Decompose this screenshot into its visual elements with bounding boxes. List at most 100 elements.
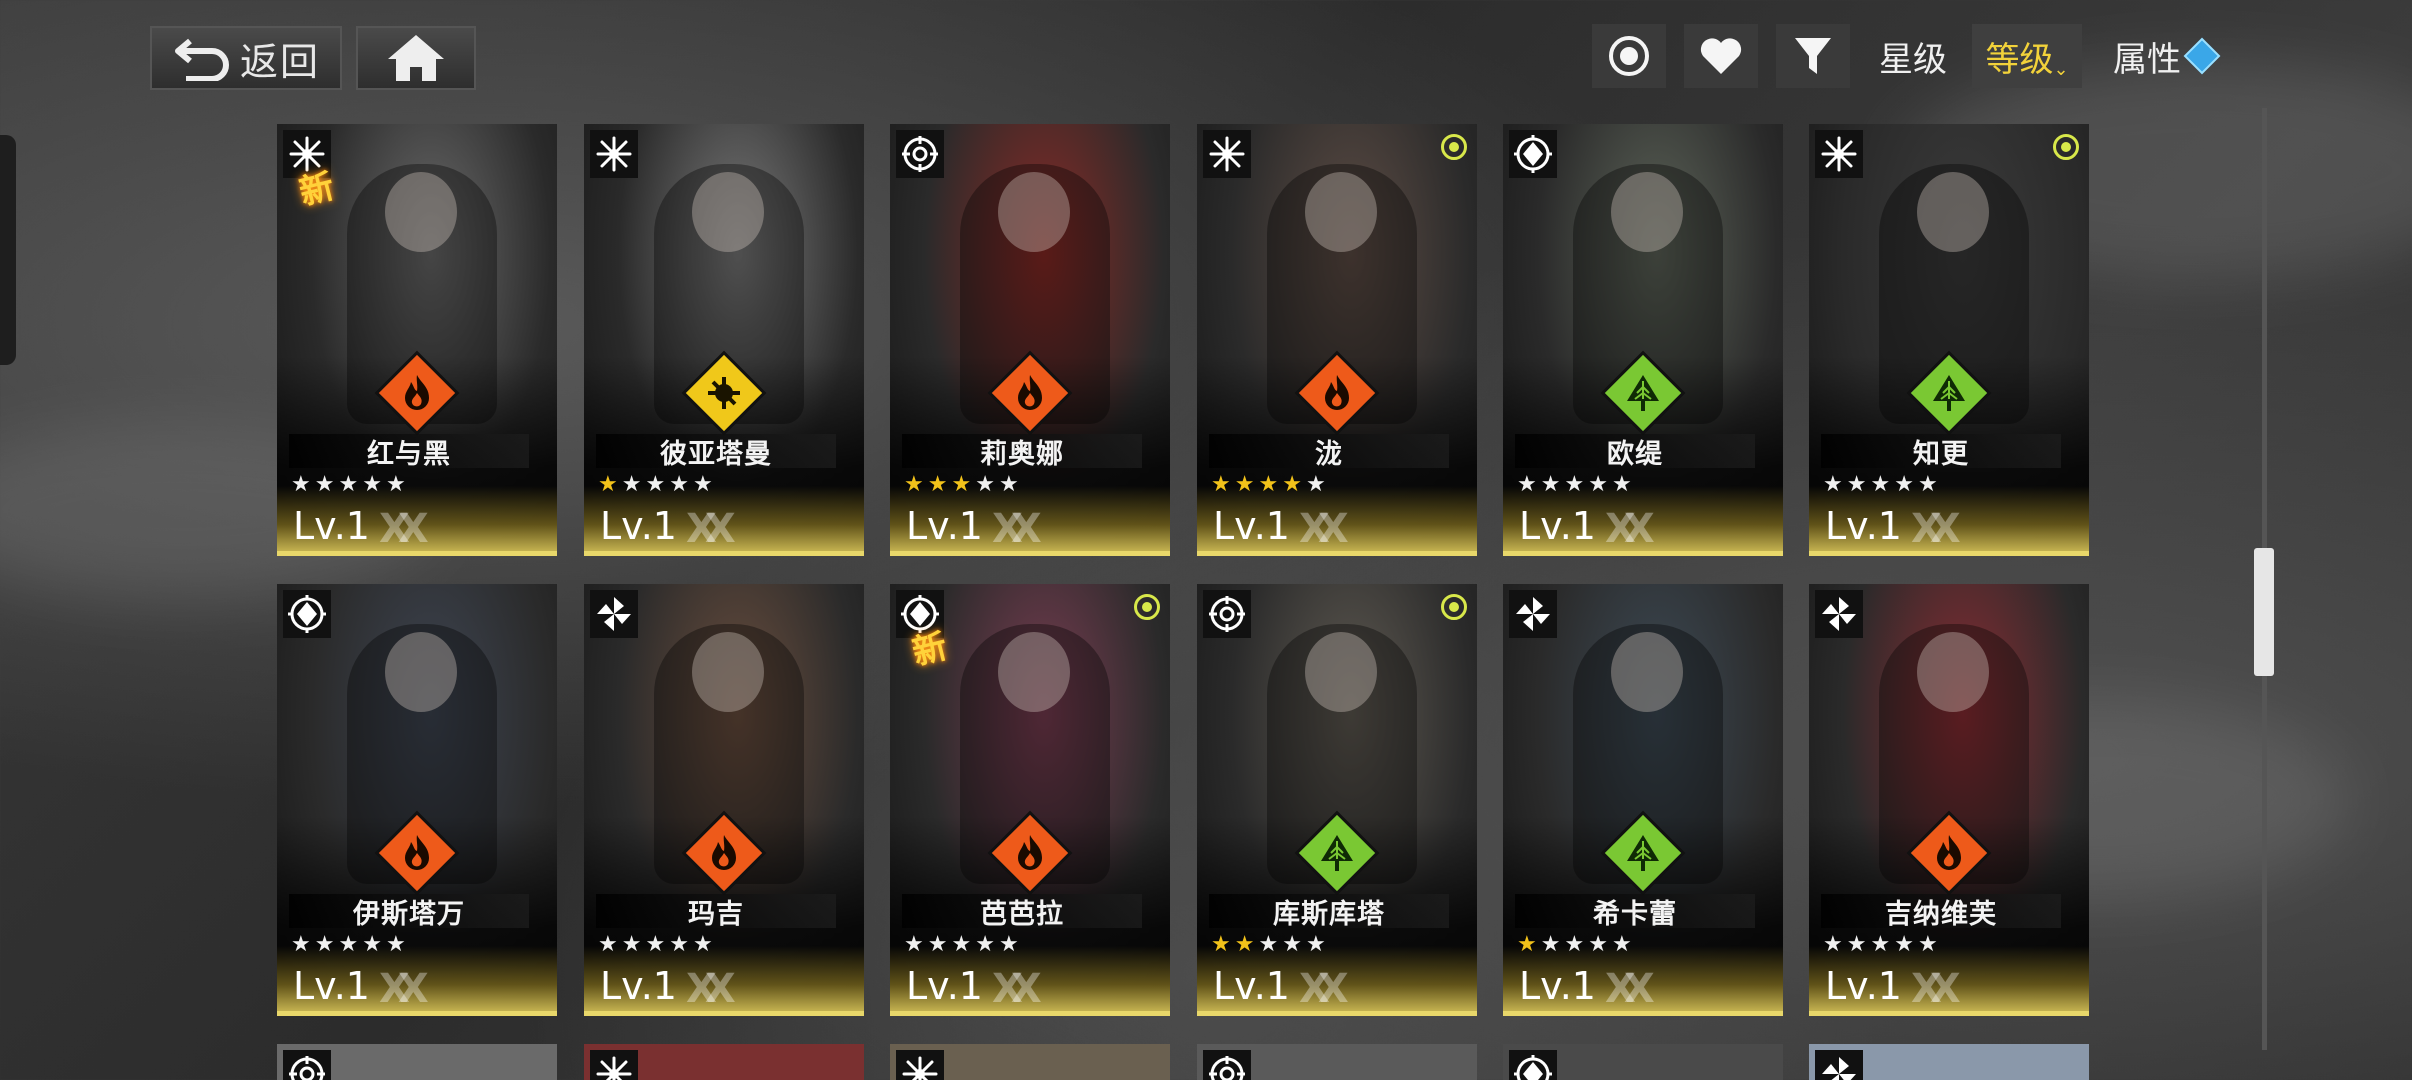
sort-by-star-tab[interactable]: 星级 — [1862, 24, 1964, 88]
character-head — [385, 172, 457, 252]
rank-emblem-icon: XX — [1605, 506, 1655, 552]
pinwheel-class-icon — [1509, 590, 1557, 638]
character-card[interactable]: 欧缇 ★★★★★ Lv.1 XX — [1503, 124, 1783, 556]
character-card-partial[interactable] — [1197, 1044, 1477, 1080]
character-card[interactable]: 彼亚塔曼 ★★★★★ Lv.1 XX — [584, 124, 864, 556]
sort-attr-label: 属性 — [2113, 39, 2181, 80]
funnel-icon — [1795, 38, 1831, 74]
star-rating: ★★★★★ — [598, 472, 717, 497]
back-button[interactable]: 返回 — [150, 26, 342, 90]
star-rating: ★★★★★ — [291, 472, 410, 497]
character-name: 知更 — [1821, 434, 2061, 470]
fire-element-icon — [1298, 354, 1376, 432]
character-card-partial[interactable] — [1809, 1044, 2089, 1080]
star-rating: ★★★★★ — [904, 932, 1023, 957]
back-label: 返回 — [239, 39, 320, 84]
level-label: Lv.1 — [1519, 504, 1596, 548]
character-card[interactable]: 希卡蕾 ★★★★★ Lv.1 XX — [1503, 584, 1783, 1016]
shield-class-icon — [1509, 130, 1557, 178]
character-head — [1611, 632, 1683, 712]
level-label: Lv.1 — [906, 964, 983, 1008]
nature-element-icon — [1604, 814, 1682, 892]
level-label: Lv.1 — [1519, 964, 1596, 1008]
card-gold-line — [584, 1011, 864, 1016]
character-name: 库斯库塔 — [1209, 894, 1449, 930]
character-name: 欧缇 — [1515, 434, 1755, 470]
character-name: 红与黑 — [289, 434, 529, 470]
scrollbar-thumb[interactable] — [2254, 548, 2274, 676]
filter-button[interactable] — [1776, 24, 1850, 88]
character-card-partial[interactable] — [277, 1044, 557, 1080]
character-card-partial[interactable] — [584, 1044, 864, 1080]
star-rating: ★★★★★ — [1517, 932, 1636, 957]
nature-element-icon — [1604, 354, 1682, 432]
side-drawer-handle[interactable] — [0, 135, 16, 365]
character-card[interactable]: 莉奥娜 ★★★★★ Lv.1 XX — [890, 124, 1170, 556]
character-name: 芭芭拉 — [902, 894, 1142, 930]
back-arrow-icon — [174, 38, 229, 81]
attribute-diamond-icon — [2183, 37, 2221, 75]
rank-emblem-icon: XX — [686, 966, 736, 1012]
character-head — [1917, 172, 1989, 252]
character-card[interactable]: 玛吉 ★★★★★ Lv.1 XX — [584, 584, 864, 1016]
nature-element-icon — [1298, 814, 1376, 892]
character-head — [998, 632, 1070, 712]
character-card-partial[interactable] — [1503, 1044, 1783, 1080]
fire-element-icon — [991, 814, 1069, 892]
sort-by-attribute-tab[interactable]: 属性 — [2094, 24, 2234, 88]
fire-element-icon — [378, 814, 456, 892]
target-class-icon — [1203, 590, 1251, 638]
rank-emblem-icon: XX — [1605, 966, 1655, 1012]
character-name: 彼亚塔曼 — [596, 434, 836, 470]
level-label: Lv.1 — [1825, 964, 1902, 1008]
sort-by-level-tab[interactable]: 等级 ⌄ — [1972, 24, 2082, 88]
card-gold-line — [1503, 551, 1783, 556]
character-card[interactable]: 吉纳维芙 ★★★★★ Lv.1 XX — [1809, 584, 2089, 1016]
level-label: Lv.1 — [293, 504, 370, 548]
card-gold-line — [277, 551, 557, 556]
level-label: Lv.1 — [293, 964, 370, 1008]
character-name: 玛吉 — [596, 894, 836, 930]
heart-icon — [1700, 38, 1742, 74]
character-card[interactable]: 新芭芭拉 ★★★★★ Lv.1 XX — [890, 584, 1170, 1016]
card-gold-line — [1197, 551, 1477, 556]
card-gold-line — [1503, 1011, 1783, 1016]
pinwheel-class-icon — [1815, 590, 1863, 638]
card-gold-line — [890, 1011, 1170, 1016]
home-button[interactable] — [356, 26, 476, 90]
snowflake-class-icon — [590, 130, 638, 178]
snowflake-class-icon — [590, 1050, 638, 1080]
character-card[interactable]: 伊斯塔万 ★★★★★ Lv.1 XX — [277, 584, 557, 1016]
sort-star-label: 星级 — [1879, 39, 1947, 80]
snowflake-class-icon — [896, 1050, 944, 1080]
rank-emblem-icon: XX — [686, 506, 736, 552]
pinwheel-class-icon — [590, 590, 638, 638]
character-name: 希卡蕾 — [1515, 894, 1755, 930]
character-card[interactable]: 泷 ★★★★★ Lv.1 XX — [1197, 124, 1477, 556]
electric-element-icon — [685, 354, 763, 432]
fire-element-icon — [1910, 814, 1988, 892]
favorite-filter-button[interactable] — [1684, 24, 1758, 88]
record-toggle-button[interactable] — [1592, 24, 1666, 88]
star-rating: ★★★★★ — [1211, 932, 1330, 957]
level-label: Lv.1 — [600, 504, 677, 548]
star-rating: ★★★★★ — [1823, 472, 1942, 497]
character-name: 泷 — [1209, 434, 1449, 470]
character-card[interactable]: 新红与黑 ★★★★★ Lv.1 XX — [277, 124, 557, 556]
character-card-partial[interactable] — [890, 1044, 1170, 1080]
character-head — [692, 172, 764, 252]
rank-emblem-icon: XX — [379, 966, 429, 1012]
character-card[interactable]: 知更 ★★★★★ Lv.1 XX — [1809, 124, 2089, 556]
home-icon — [388, 35, 444, 81]
card-gold-line — [890, 551, 1170, 556]
fire-element-icon — [378, 354, 456, 432]
card-gold-line — [1197, 1011, 1477, 1016]
character-head — [692, 632, 764, 712]
character-head — [1611, 172, 1683, 252]
character-card[interactable]: 库斯库塔 ★★★★★ Lv.1 XX — [1197, 584, 1477, 1016]
character-name: 伊斯塔万 — [289, 894, 529, 930]
star-rating: ★★★★★ — [291, 932, 410, 957]
record-icon — [1609, 36, 1649, 76]
level-label: Lv.1 — [1213, 504, 1290, 548]
character-name: 吉纳维芙 — [1821, 894, 2061, 930]
